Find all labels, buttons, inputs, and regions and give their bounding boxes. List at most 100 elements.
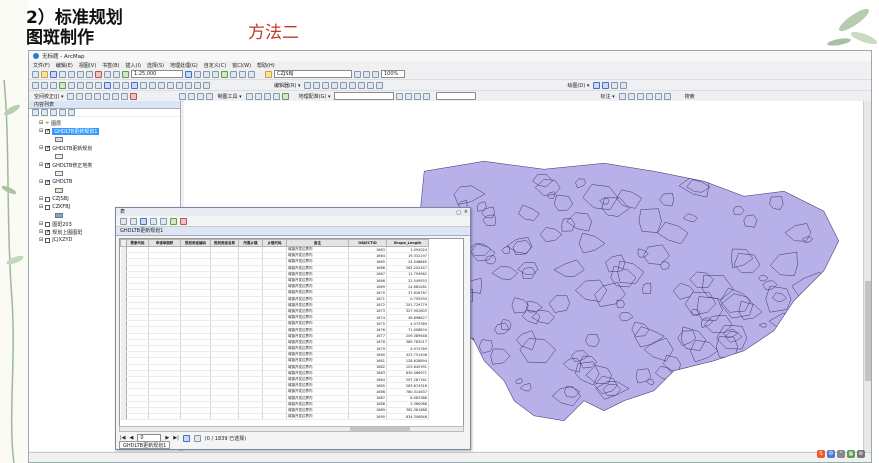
column-header[interactable]: 要素代码 xyxy=(126,239,149,247)
simplify-icon[interactable] xyxy=(263,92,271,100)
fixed-zoom-out-icon[interactable] xyxy=(77,81,84,89)
menu-selection[interactable]: 选择(S) xyxy=(147,62,164,69)
expand-icon[interactable]: ⊟ xyxy=(39,162,43,168)
grid-icon[interactable] xyxy=(188,92,196,100)
sketch-properties-icon[interactable] xyxy=(367,81,375,89)
column-header[interactable]: 规划用途编码 xyxy=(180,239,211,247)
menu-windows[interactable]: 窗口(W) xyxy=(232,62,251,69)
select-elements-icon[interactable] xyxy=(122,81,129,89)
cartography-tools-menu[interactable]: 制图工具 ▾ xyxy=(215,93,243,100)
table-horizontal-scrollbar[interactable] xyxy=(119,426,464,432)
toc-layer-3[interactable]: ⊟ GHDLTB xyxy=(39,178,180,186)
expand-icon[interactable]: ⊟ xyxy=(39,179,43,185)
smooth-icon[interactable] xyxy=(254,92,262,100)
column-header[interactable]: 乡镇代码 xyxy=(262,239,287,247)
redo-icon[interactable] xyxy=(113,70,120,78)
pause-icon[interactable] xyxy=(620,81,628,89)
print-icon[interactable] xyxy=(59,70,66,78)
column-header[interactable]: Shape_Length xyxy=(386,239,429,247)
ime-language-icon[interactable]: 中 xyxy=(827,450,835,458)
layer-visibility-checkbox[interactable] xyxy=(45,162,50,168)
parcel-polygon[interactable] xyxy=(467,367,492,390)
undo-icon[interactable] xyxy=(104,70,111,78)
list-by-selection-icon[interactable] xyxy=(59,109,66,116)
attributes-icon[interactable] xyxy=(358,81,366,89)
table-window-titlebar[interactable]: 表 ▢ × xyxy=(116,208,470,216)
select-features-icon[interactable] xyxy=(104,81,111,89)
sogou-logo-icon[interactable]: S xyxy=(817,450,825,458)
scale-select[interactable]: 1:25,000 xyxy=(131,70,183,78)
attribute-table-window[interactable]: 表 ▢ × GHDLTB更新规划1 要素代码 申请单面积 规划用途编码 规划用途名称所… xyxy=(115,207,471,450)
label-weight-icon[interactable] xyxy=(627,92,635,100)
layer-symbol-swatch[interactable] xyxy=(55,188,63,193)
paste-icon[interactable] xyxy=(86,70,93,78)
switch-selection-icon[interactable] xyxy=(150,217,157,225)
expand-icon[interactable]: ⊟ xyxy=(39,196,43,202)
toc-layer-2[interactable]: ⊟ GHDLTB修正地类 xyxy=(39,161,180,169)
layer-visibility-checkbox[interactable] xyxy=(45,179,50,185)
rotate-map-icon[interactable] xyxy=(396,92,404,100)
spatial-adjust-menu[interactable]: 空间校正(J) ▾ xyxy=(32,93,65,100)
editor-menu[interactable]: 编辑器(R) ▾ xyxy=(272,82,302,89)
parcel-polygon[interactable] xyxy=(743,362,756,370)
column-header[interactable]: 备注 xyxy=(286,239,349,247)
find-route-icon[interactable] xyxy=(176,81,183,89)
basemap-icon[interactable] xyxy=(281,92,289,100)
layer-visibility-checkbox[interactable] xyxy=(45,221,51,227)
show-all-records-icon[interactable] xyxy=(182,434,190,442)
layer-symbol-swatch[interactable] xyxy=(55,213,63,218)
delete-selected-icon[interactable] xyxy=(180,217,187,225)
menu-help[interactable]: 帮助(H) xyxy=(257,62,275,69)
data-view-icon[interactable] xyxy=(602,81,610,89)
layer-name[interactable]: GHDLTB修正地类 xyxy=(52,162,92,169)
search-label[interactable]: 搜索 xyxy=(683,93,697,100)
menu-file[interactable]: 文件(F) xyxy=(33,62,50,69)
layer-visibility-checkbox[interactable] xyxy=(45,229,50,235)
attribute-grid[interactable]: 要素代码 申请单面积 规划用途编码 规划用途名称 所属乡镇 乡镇代码 备注 OBJECTID S… xyxy=(119,238,464,428)
adjust-tool-icon[interactable] xyxy=(67,92,75,100)
list-by-drawing-order-icon[interactable] xyxy=(32,109,39,116)
georef-layer-select[interactable] xyxy=(334,92,395,100)
parcel-polygon[interactable] xyxy=(779,387,790,396)
hyperlink-icon[interactable] xyxy=(140,81,147,89)
validate-icon[interactable] xyxy=(206,92,214,100)
measure-icon[interactable] xyxy=(158,81,165,89)
parcel-polygon[interactable] xyxy=(720,384,740,404)
globe-icon[interactable] xyxy=(272,92,280,100)
time-slider-icon[interactable] xyxy=(194,81,201,89)
layer-name[interactable]: GHDLTB xyxy=(52,179,72,185)
rotate-icon[interactable] xyxy=(349,81,357,89)
layer-name[interactable]: 图斑203 xyxy=(52,221,72,228)
add-data-icon[interactable] xyxy=(122,70,129,78)
zoom-out-icon[interactable] xyxy=(41,81,48,89)
new-link-icon[interactable] xyxy=(76,92,84,100)
catalog-icon[interactable] xyxy=(203,70,210,78)
expand-icon[interactable]: ⊟ xyxy=(39,204,43,210)
view-links-icon[interactable] xyxy=(94,92,102,100)
limited-adjust-icon[interactable] xyxy=(112,92,120,100)
table-cell[interactable] xyxy=(180,413,211,421)
table-cell[interactable]: 834.306846 xyxy=(386,413,429,421)
edit-tool-icon[interactable] xyxy=(304,81,312,89)
table-options-icon[interactable] xyxy=(120,217,127,225)
table-cell[interactable] xyxy=(262,413,287,421)
new-document-icon[interactable] xyxy=(32,70,39,78)
fixed-zoom-in-icon[interactable] xyxy=(68,81,75,89)
viewer-icon[interactable] xyxy=(203,81,210,89)
layer-name[interactable]: JCJXZYD xyxy=(52,237,72,243)
layer-visibility-checkbox[interactable] xyxy=(45,204,51,210)
python-icon[interactable] xyxy=(230,70,237,78)
parcel-polygon[interactable] xyxy=(789,308,801,317)
save-icon[interactable] xyxy=(50,70,57,78)
delete-icon[interactable] xyxy=(95,70,102,78)
editor-toolbar-icon[interactable] xyxy=(185,70,192,78)
georeferencing-menu[interactable]: 地理配准(G) ▾ xyxy=(297,93,333,100)
layer-name[interactable]: CZKFBJ xyxy=(52,204,70,210)
table-cell[interactable] xyxy=(148,413,181,421)
back-extent-icon[interactable] xyxy=(86,81,93,89)
table-cell[interactable]: 城镇开发边界内 xyxy=(286,413,349,421)
cut-icon[interactable] xyxy=(68,70,75,78)
collapse-icon[interactable]: ⊟ xyxy=(39,120,43,126)
create-features-icon[interactable] xyxy=(376,81,384,89)
table-cell[interactable] xyxy=(238,413,263,421)
